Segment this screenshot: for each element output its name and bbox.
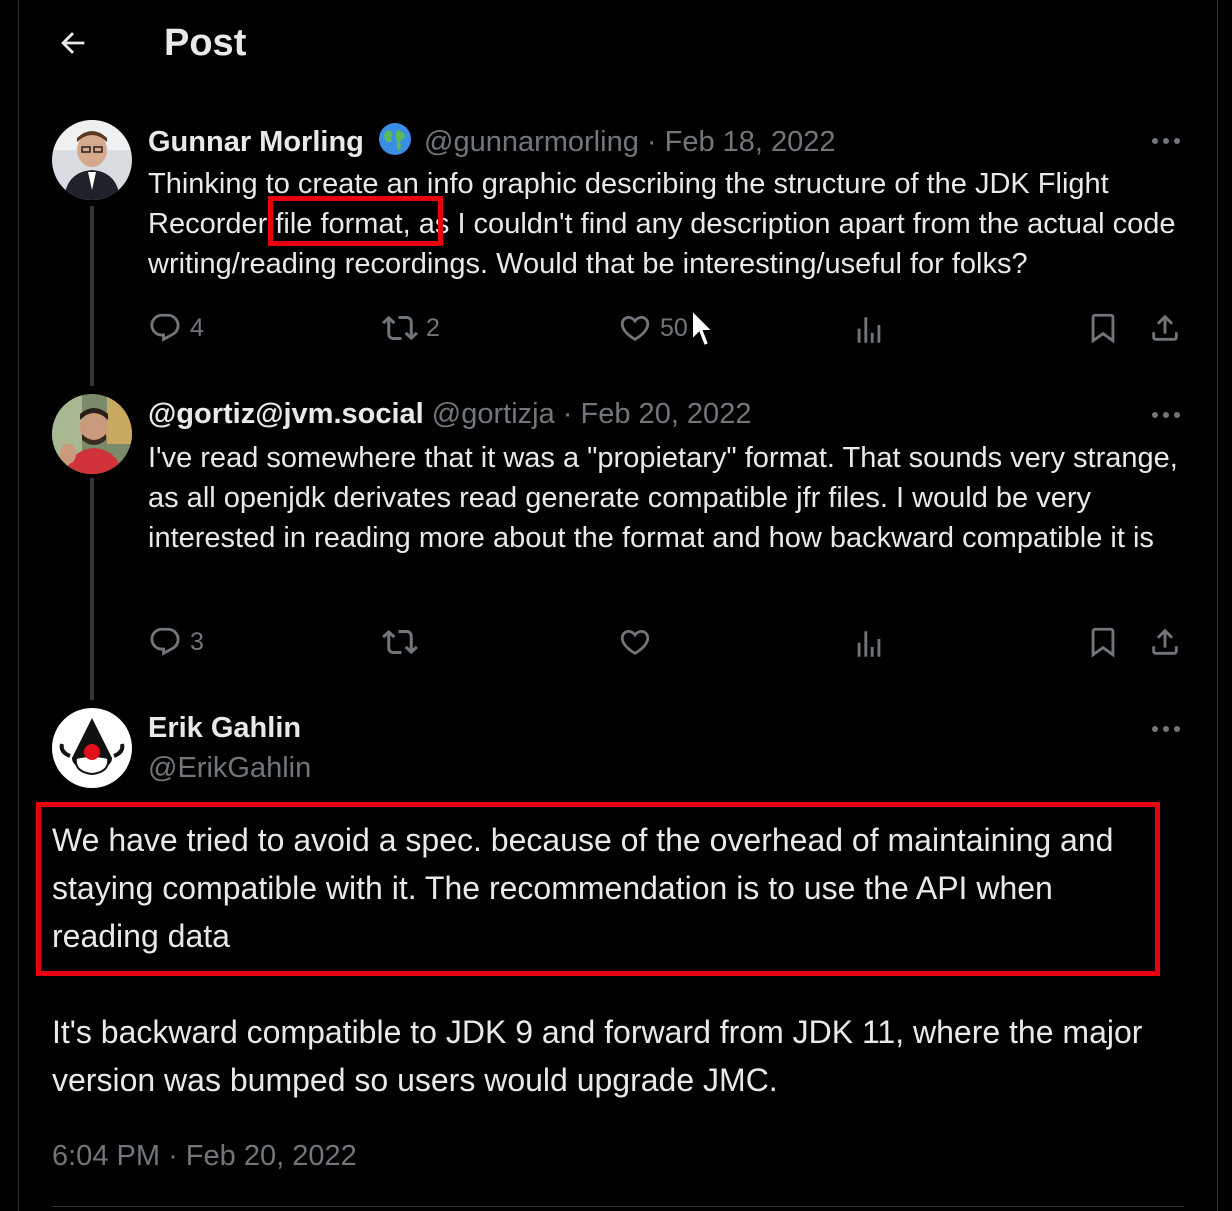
more-icon (1152, 412, 1180, 418)
share-icon (1152, 314, 1178, 341)
avatar[interactable] (52, 120, 132, 200)
more-options-button[interactable] (1148, 400, 1184, 430)
divider (52, 1206, 1184, 1207)
like-button[interactable] (618, 622, 660, 662)
back-button[interactable] (52, 22, 94, 64)
avatar-gunnar-image (52, 120, 132, 200)
analytics-icon (857, 317, 881, 343)
tweet-text-highlighted: file format, (275, 208, 411, 240)
post-paragraph: It's backward compatible to JDK 9 and fo… (52, 1014, 1143, 1098)
more-icon (1152, 138, 1180, 144)
repost-count: 2 (426, 313, 440, 342)
separator-dot: · (646, 126, 657, 158)
globe-icon (378, 122, 412, 165)
mouse-cursor-icon (690, 307, 716, 353)
reply-button[interactable]: 4 (148, 308, 204, 348)
tweet-text: I've read somewhere that it was a "propi… (148, 442, 1178, 554)
thread-connector (90, 478, 94, 700)
bookmark-button[interactable] (1086, 622, 1120, 662)
author-name[interactable]: @gortiz@jvm.social (148, 398, 424, 430)
author-handle[interactable]: @ErikGahlin (148, 752, 311, 784)
more-options-button[interactable] (1148, 126, 1184, 156)
post-paragraph: We have tried to avoid a spec. because o… (52, 822, 1114, 954)
bookmark-button[interactable] (1086, 308, 1120, 348)
separator-dot: · (562, 398, 573, 430)
arrow-left-icon (61, 32, 85, 54)
reply-count: 4 (190, 313, 204, 342)
repost-button[interactable] (382, 622, 426, 662)
share-button[interactable] (1148, 622, 1182, 662)
post-date[interactable]: Feb 20, 2022 (581, 398, 752, 430)
heart-icon (620, 315, 650, 341)
avatar[interactable] (52, 708, 132, 788)
reply-button[interactable]: 3 (148, 622, 204, 662)
thread-connector (90, 206, 94, 386)
author-handle-block: @ErikGahlin (148, 750, 311, 786)
avatar[interactable] (52, 394, 132, 474)
author-name[interactable]: Gunnar Morling (148, 126, 364, 158)
more-options-button[interactable] (1148, 714, 1184, 744)
repost-icon (382, 629, 418, 655)
like-count: 50 (660, 313, 688, 342)
post-date[interactable]: Feb 18, 2022 (665, 126, 836, 158)
author-name-block: Erik Gahlin (148, 710, 301, 746)
tweet-header: Gunnar Morling @gunnarmorling · Feb 18, … (148, 122, 836, 165)
reply-count: 3 (190, 627, 204, 656)
bookmark-icon (1091, 627, 1115, 658)
author-handle[interactable]: @gortizja (432, 398, 555, 430)
avatar-duke-image (52, 708, 132, 788)
tweet-header: @gortiz@jvm.social @gortizja · Feb 20, 2… (148, 396, 751, 432)
page-title: Post (164, 22, 247, 64)
reply-icon (150, 313, 180, 342)
post-timestamp[interactable]: 6:04 PM · Feb 20, 2022 (52, 1138, 357, 1174)
post-time: 6:04 PM (52, 1140, 160, 1172)
heart-icon (620, 629, 650, 655)
repost-button[interactable]: 2 (382, 308, 440, 348)
header: Post (0, 0, 1232, 90)
separator-dot: · (168, 1140, 178, 1172)
views-button[interactable] (852, 624, 886, 664)
bookmark-icon (1091, 313, 1115, 344)
views-button[interactable] (852, 310, 886, 350)
reply-icon (150, 627, 180, 656)
post-date: Feb 20, 2022 (185, 1140, 357, 1172)
more-icon (1152, 726, 1180, 732)
tweet-text: Thinking to create an info graphic descr… (148, 164, 1198, 284)
share-button[interactable] (1148, 308, 1182, 348)
like-button[interactable]: 50 (618, 308, 688, 348)
share-icon (1152, 628, 1178, 655)
analytics-icon (857, 631, 881, 657)
repost-icon (382, 315, 418, 341)
avatar-gortiz-image (52, 394, 132, 474)
author-name[interactable]: Erik Gahlin (148, 712, 301, 744)
author-handle[interactable]: @gunnarmorling (424, 126, 639, 158)
